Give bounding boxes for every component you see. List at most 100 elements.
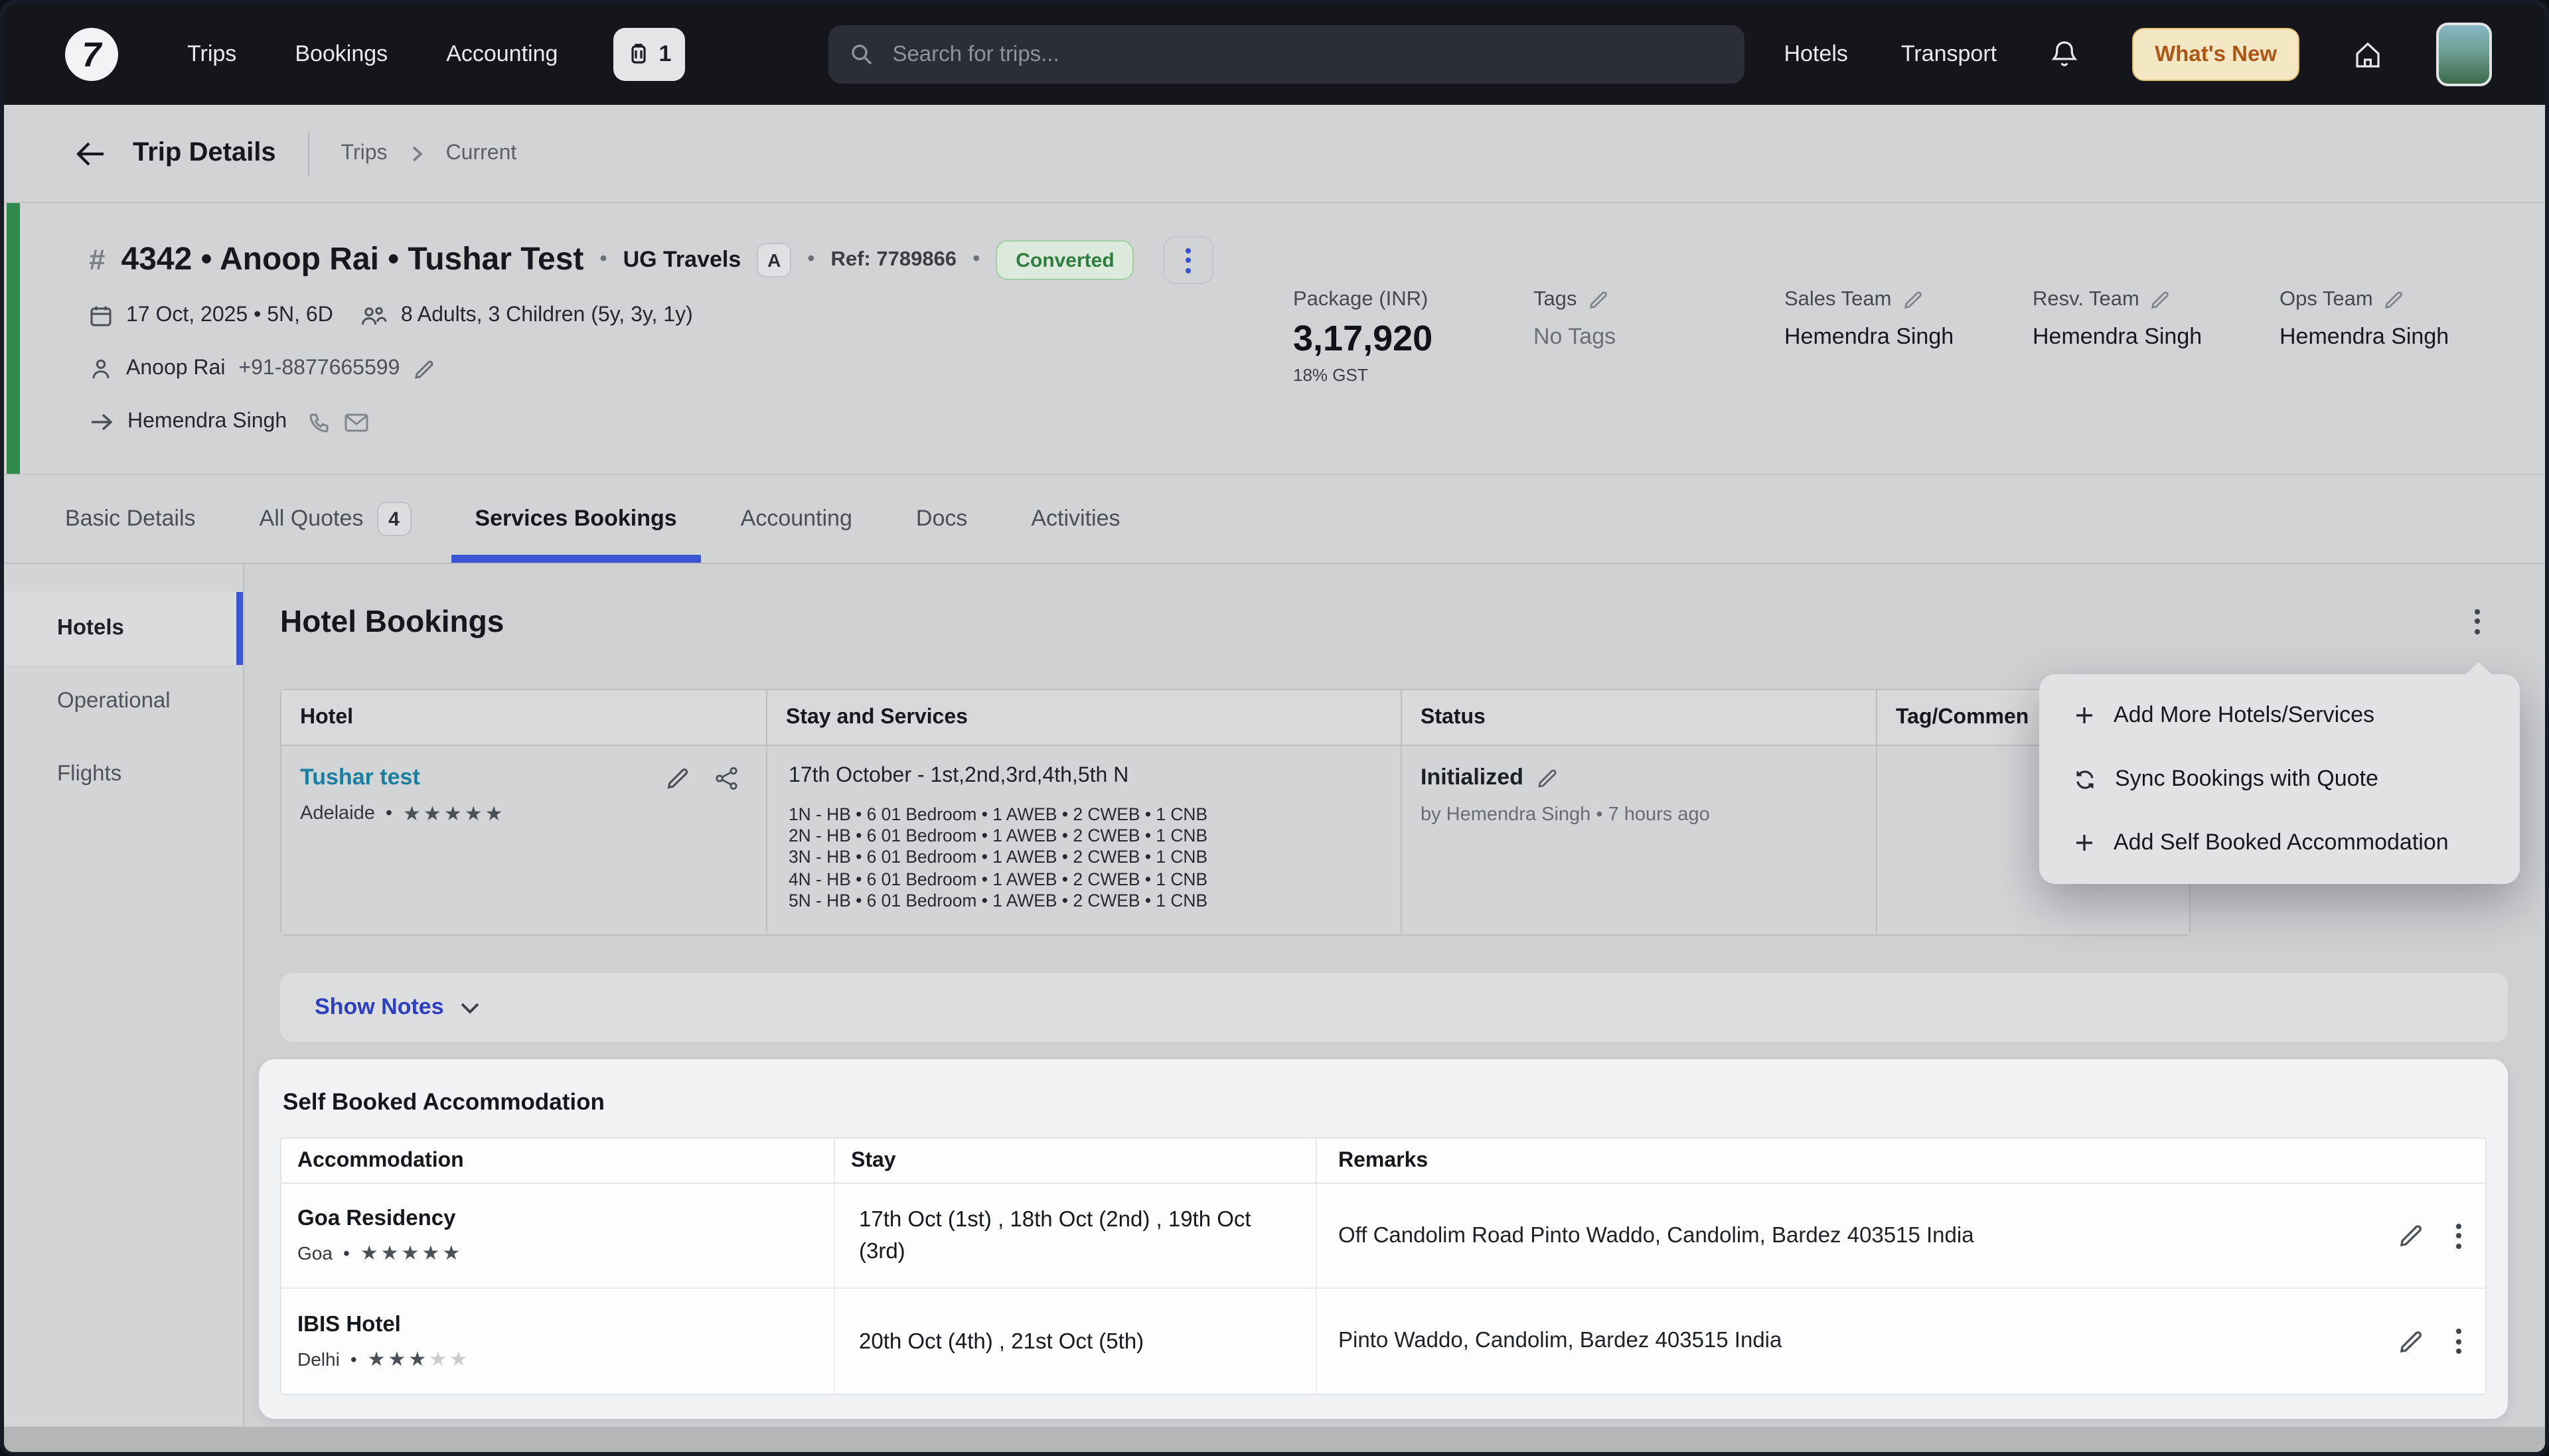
quotes-count-badge: 4 (376, 502, 411, 536)
column-header-remarks: Remarks (1317, 1139, 2485, 1183)
show-notes-toggle[interactable]: Show Notes (280, 973, 2508, 1042)
edit-phone-pencil-icon[interactable] (413, 358, 435, 380)
edit-accommodation-pencil-icon[interactable] (2398, 1222, 2424, 1249)
tab-accounting[interactable]: Accounting (717, 475, 876, 563)
table-header-row: Accommodation Stay Remarks (281, 1139, 2485, 1184)
services-sidebar: Hotels Operational Flights (4, 564, 244, 1427)
edit-status-pencil-icon[interactable] (1537, 766, 1559, 789)
edit-ops-team-pencil-icon[interactable] (2384, 289, 2405, 311)
separator-dot: • (343, 1242, 350, 1264)
trip-ref: Ref: 7789866 (830, 248, 957, 272)
trip-tabs: Basic Details All Quotes4 Services Booki… (4, 475, 2545, 564)
nav-item-hotels[interactable]: Hotels (1784, 41, 1848, 68)
hotel-name-link[interactable]: Tushar test (300, 764, 420, 791)
sales-team-block: Sales Team Hemendra Singh (1784, 288, 1954, 350)
accommodation-remarks: Off Candolim Road Pinto Waddo, Candolim,… (1338, 1223, 2382, 1248)
accommodation-kebab-button[interactable] (2456, 1223, 2461, 1248)
tab-basic-details[interactable]: Basic Details (41, 475, 220, 563)
status-meta: by Hemendra Singh • 7 hours ago (1421, 804, 1863, 826)
search-bar[interactable] (828, 25, 1744, 84)
package-gst: 18% GST (1293, 365, 1432, 385)
accommodation-stay: 20th Oct (4th) , 21st Oct (5th) (859, 1325, 1144, 1357)
customer-phone[interactable]: +91-8877665599 (238, 357, 400, 381)
trip-actions-kebab-button[interactable] (1164, 236, 1214, 284)
separator-dot: • (599, 248, 607, 272)
share-icon[interactable] (714, 765, 739, 790)
hotel-bookings-table: Hotel Stay and Services Status Tag/Comme… (280, 689, 2191, 936)
breadcrumb-divider (308, 131, 309, 176)
accommodation-kebab-button[interactable] (2456, 1329, 2461, 1354)
user-avatar[interactable] (2436, 23, 2492, 86)
package-value: 3,17,920 (1293, 319, 1432, 360)
accommodation-city: Delhi (297, 1348, 340, 1369)
column-header-stay: Stay (835, 1139, 1317, 1183)
brand-logo-icon[interactable]: 7 (65, 28, 118, 81)
menu-item-sync-bookings[interactable]: Sync Bookings with Quote (2039, 747, 2520, 811)
separator-dot: • (807, 248, 814, 272)
sidebar-item-operational[interactable]: Operational (4, 665, 243, 738)
suitcase-icon (627, 42, 651, 66)
separator-dot: • (972, 248, 980, 272)
tab-docs[interactable]: Docs (892, 475, 991, 563)
sidebar-item-flights[interactable]: Flights (4, 738, 243, 811)
menu-item-add-more-hotels[interactable]: Add More Hotels/Services (2039, 684, 2520, 747)
self-booked-accommodation-card: Self Booked Accommodation Accommodation … (259, 1059, 2508, 1419)
customer-name: Anoop Rai (126, 357, 225, 381)
nav-item-transport[interactable]: Transport (1901, 41, 1997, 68)
column-header-hotel: Hotel (281, 690, 767, 745)
cart-button[interactable]: 1 (613, 28, 685, 81)
edit-resv-team-pencil-icon[interactable] (2150, 289, 2171, 311)
tab-all-quotes[interactable]: All Quotes4 (236, 475, 435, 563)
breadcrumb-bar: Trip Details Trips Current (4, 105, 2545, 203)
status-badge-converted: Converted (996, 240, 1134, 280)
trip-hash: # (89, 243, 106, 277)
edit-accommodation-pencil-icon[interactable] (2398, 1328, 2424, 1354)
nav-item-accounting[interactable]: Accounting (446, 41, 558, 68)
package-block: Package (INR) 3,17,920 18% GST (1293, 288, 1432, 385)
column-header-stay: Stay and Services (767, 690, 1402, 745)
search-icon (850, 42, 874, 66)
ops-team-block: Ops Team Hemendra Singh (2279, 288, 2449, 350)
bell-icon[interactable] (2050, 38, 2079, 70)
plus-icon (2074, 832, 2095, 853)
show-notes-label: Show Notes (315, 994, 444, 1021)
trip-header: # 4342 • Anoop Rai • Tushar Test • UG Tr… (4, 203, 2545, 475)
resv-team-block: Resv. Team Hemendra Singh (2033, 288, 2202, 350)
breadcrumb-trips[interactable]: Trips (341, 141, 388, 165)
breadcrumb-current[interactable]: Current (446, 141, 517, 165)
edit-tags-pencil-icon[interactable] (1588, 289, 1609, 311)
trip-title: 4342 • Anoop Rai • Tushar Test (121, 242, 584, 279)
hotel-bookings-actions-menu: Add More Hotels/Services Sync Bookings w… (2039, 674, 2520, 884)
agency-badge: A (757, 243, 791, 277)
sales-team-label: Sales Team (1784, 288, 1891, 312)
sidebar-item-hotels[interactable]: Hotels (4, 592, 243, 665)
back-arrow-icon[interactable] (74, 140, 106, 167)
tab-activities[interactable]: Activities (1007, 475, 1144, 563)
hotel-city: Adelaide (300, 803, 375, 824)
edit-hotel-pencil-icon[interactable] (665, 765, 690, 790)
nav-item-trips[interactable]: Trips (187, 41, 236, 68)
tags-label: Tags (1533, 288, 1577, 312)
nav-item-bookings[interactable]: Bookings (295, 41, 388, 68)
tab-services-bookings[interactable]: Services Bookings (451, 475, 700, 563)
edit-sales-team-pencil-icon[interactable] (1902, 289, 1923, 311)
tags-block: Tags No Tags (1533, 288, 1616, 350)
search-input[interactable] (889, 40, 1723, 68)
accommodation-stay: 17th Oct (1st) , 18th Oct (2nd) , 19th O… (859, 1204, 1281, 1268)
bottom-scroll-track[interactable] (4, 1427, 2545, 1452)
phone-icon[interactable] (308, 411, 331, 433)
home-icon[interactable] (2353, 39, 2383, 70)
stay-night-lines: 1N - HB • 6 01 Bedroom • 1 AWEB • 2 CWEB… (786, 804, 1387, 912)
separator-dot: • (350, 1348, 357, 1369)
whats-new-button[interactable]: What's New (2132, 28, 2299, 81)
mail-icon[interactable] (344, 412, 369, 432)
hotel-bookings-kebab-button[interactable] (2457, 599, 2497, 644)
cart-count: 1 (658, 41, 671, 68)
chevron-right-icon (409, 144, 425, 163)
menu-item-add-self-booked[interactable]: Add Self Booked Accommodation (2039, 811, 2520, 875)
accommodation-remarks: Pinto Waddo, Candolim, Bardez 403515 Ind… (1338, 1329, 2382, 1354)
tags-value: No Tags (1533, 324, 1616, 350)
separator-dot: • (386, 803, 392, 824)
trip-pax: 8 Adults, 3 Children (5y, 3y, 1y) (401, 304, 693, 328)
resv-team-label: Resv. Team (2033, 288, 2139, 312)
